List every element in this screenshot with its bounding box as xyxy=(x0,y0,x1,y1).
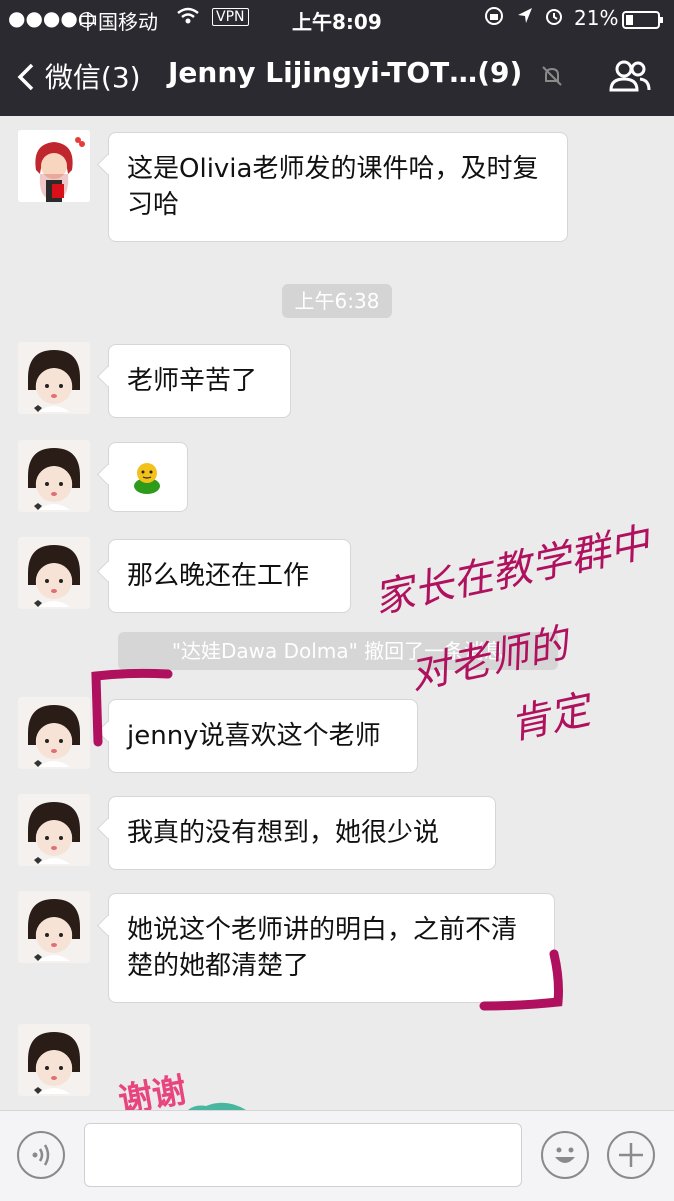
more-button[interactable] xyxy=(607,1131,655,1179)
input-bar xyxy=(0,1110,674,1201)
voice-icon xyxy=(32,1144,50,1166)
message-input[interactable] xyxy=(84,1123,522,1187)
plus-icon xyxy=(619,1143,643,1167)
emoji-button[interactable] xyxy=(541,1131,589,1179)
smiley-icon xyxy=(555,1147,575,1163)
voice-input-button[interactable] xyxy=(17,1131,65,1179)
